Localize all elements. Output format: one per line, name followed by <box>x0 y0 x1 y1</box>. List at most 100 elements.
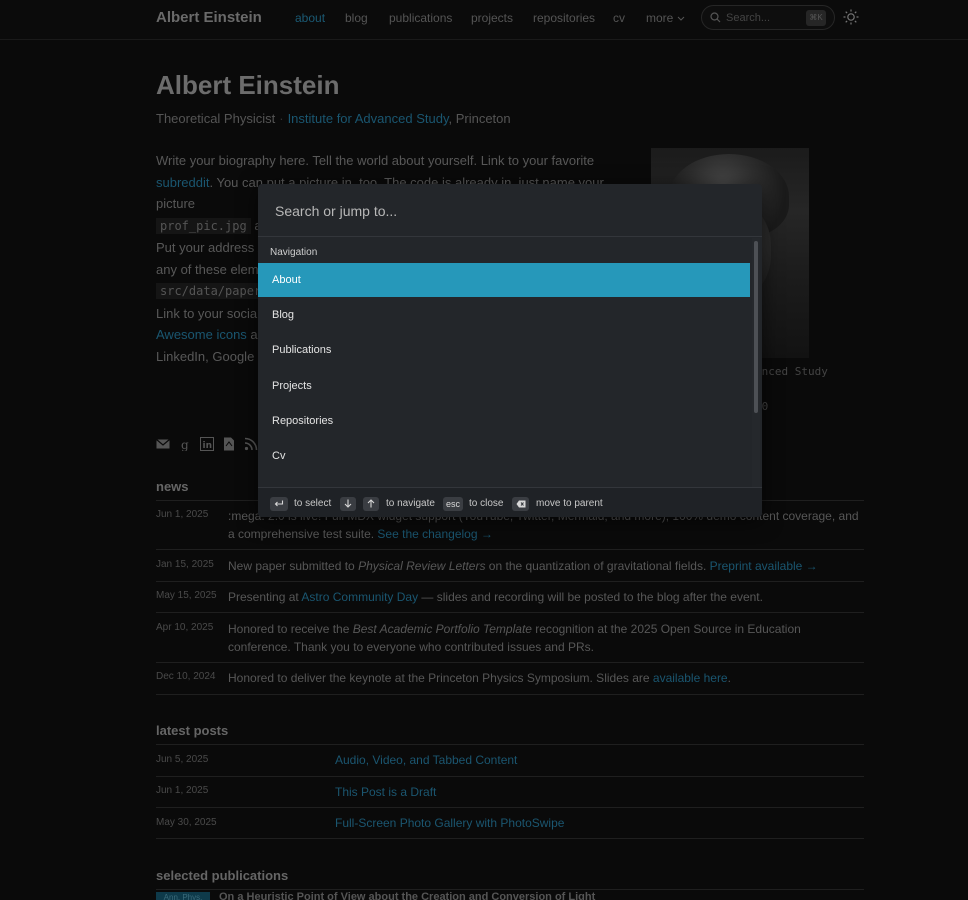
nav-more[interactable]: more <box>646 11 685 25</box>
enter-key-icon <box>270 497 288 511</box>
subreddit-link[interactable]: subreddit <box>156 175 209 190</box>
search-shortcut: ⌘K <box>806 10 826 26</box>
news-item-text: Honored to deliver the keynote at the Pr… <box>228 671 653 685</box>
divider <box>156 776 864 777</box>
news-link[interactable]: See the changelog → <box>377 527 492 541</box>
news-item-text: Presenting at <box>228 590 302 604</box>
nav-projects[interactable]: projects <box>471 11 513 25</box>
awesome-icons-link[interactable]: Awesome icons <box>156 327 247 342</box>
command-palette: Search or jump to... Navigation About Bl… <box>258 184 762 517</box>
news-date: Jan 15, 2025 <box>156 559 214 570</box>
linkedin-icon[interactable]: in <box>200 437 214 451</box>
result-publications[interactable]: Publications <box>258 333 750 367</box>
divider <box>156 889 864 890</box>
divider <box>156 694 864 695</box>
news-date: Jun 1, 2025 <box>156 509 209 520</box>
page-title: Albert Einstein <box>156 70 340 100</box>
divider <box>156 612 864 613</box>
news-item-text: on the quantization of gravitational fie… <box>485 559 710 573</box>
nav-blog[interactable]: blog <box>345 11 368 25</box>
news-item: New paper submitted to Physical Review L… <box>228 557 864 575</box>
divider <box>156 807 864 808</box>
command-palette-input[interactable]: Search or jump to... <box>275 203 397 219</box>
role-text: Theoretical Physicist <box>156 111 276 126</box>
news-item: Presenting at Astro Community Day — slid… <box>228 588 864 606</box>
google-scholar-icon[interactable]: g <box>178 437 192 451</box>
command-palette-results: Navigation About Blog Publications Proje… <box>258 238 762 487</box>
post-date: May 30, 2025 <box>156 817 217 828</box>
post-link[interactable]: Full-Screen Photo Gallery with PhotoSwip… <box>335 816 564 830</box>
news-link[interactable]: Preprint available → <box>710 559 818 573</box>
arrow-down-icon <box>340 497 356 511</box>
publications-title: selected publications <box>156 868 289 883</box>
chevron-down-icon <box>677 16 685 21</box>
post-date: Jun 5, 2025 <box>156 754 209 765</box>
sun-icon[interactable] <box>843 9 859 25</box>
results-section-title: Navigation <box>270 247 318 258</box>
nav-cv[interactable]: cv <box>613 11 625 25</box>
command-palette-search[interactable]: Search or jump to... <box>258 184 762 237</box>
news-item-emphasis: Best Academic Portfolio Template <box>352 622 532 636</box>
pdf-icon[interactable] <box>222 437 236 451</box>
search-icon <box>710 12 721 23</box>
rss-icon[interactable] <box>244 437 258 451</box>
navigate-hint: to navigate <box>386 498 435 509</box>
nav-repositories[interactable]: repositories <box>533 11 595 25</box>
parent-hint: move to parent <box>536 498 603 509</box>
post-date: Jun 1, 2025 <box>156 785 209 796</box>
news-title: news <box>156 479 189 494</box>
search-button[interactable]: Search... ⌘K <box>701 5 835 30</box>
news-item-emphasis: Physical Review Letters <box>358 559 486 573</box>
scrollbar-thumb[interactable] <box>754 241 758 413</box>
code-snippet: prof_pic.jpg <box>156 217 251 234</box>
news-item-text: Honored to receive the <box>228 622 353 636</box>
email-icon[interactable] <box>156 437 170 451</box>
institution-link[interactable]: Institute for Advanced Study <box>288 111 449 126</box>
divider <box>156 744 864 745</box>
result-cv[interactable]: Cv <box>258 439 750 473</box>
news-link[interactable]: available here <box>653 671 728 685</box>
latest-posts-title: latest posts <box>156 723 229 738</box>
news-item-text: New paper submitted to <box>228 559 359 573</box>
publication-badge: Ann. Phys. <box>156 892 210 900</box>
divider <box>156 662 864 663</box>
address-line: anced Study <box>755 365 828 378</box>
command-palette-footer: to select to navigate esc to close move … <box>258 487 762 517</box>
page-subtitle: Theoretical Physicist · Institute for Adva… <box>156 111 511 126</box>
result-repositories[interactable]: Repositories <box>258 404 750 438</box>
news-item: Honored to deliver the keynote at the Pr… <box>228 669 864 687</box>
news-date: May 15, 2025 <box>156 590 217 601</box>
result-about[interactable]: About <box>258 263 750 297</box>
nav-publications[interactable]: publications <box>389 11 452 25</box>
esc-key: esc <box>443 497 463 511</box>
news-item-text: — slides and recording will be posted to… <box>418 590 763 604</box>
result-projects[interactable]: Projects <box>258 369 750 403</box>
address-line: 40 <box>755 398 828 416</box>
news-date: Apr 10, 2025 <box>156 622 214 633</box>
city-text: , Princeton <box>448 111 511 126</box>
svg-text:g: g <box>181 438 189 451</box>
divider <box>156 838 864 839</box>
nav-about[interactable]: about <box>295 11 325 25</box>
search-placeholder: Search... <box>726 12 771 24</box>
backspace-key-icon <box>512 497 529 511</box>
bio-line: Write your biography here. Tell the worl… <box>156 153 595 168</box>
result-blog[interactable]: Blog <box>258 298 750 332</box>
divider <box>156 581 864 582</box>
profile-address: anced Study 40 <box>755 363 828 415</box>
arrow-up-icon <box>363 497 379 511</box>
nav-more-label: more <box>646 11 674 25</box>
news-date: Dec 10, 2024 <box>156 671 216 682</box>
brand-link[interactable]: Albert Einstein <box>156 9 262 26</box>
post-link[interactable]: This Post is a Draft <box>335 785 436 799</box>
code-snippet: src/data/paper <box>156 283 266 299</box>
news-link[interactable]: Astro Community Day <box>301 590 418 604</box>
news-item: Honored to receive the Best Academic Por… <box>228 620 864 656</box>
select-hint: to select <box>294 498 332 509</box>
social-links: g in <box>156 437 258 451</box>
svg-text:in: in <box>203 441 213 451</box>
close-hint: to close <box>469 498 504 509</box>
publication-title[interactable]: On a Heuristic Point of View about the C… <box>219 891 595 900</box>
news-item-text: . <box>727 671 731 685</box>
post-link[interactable]: Audio, Video, and Tabbed Content <box>335 753 517 767</box>
